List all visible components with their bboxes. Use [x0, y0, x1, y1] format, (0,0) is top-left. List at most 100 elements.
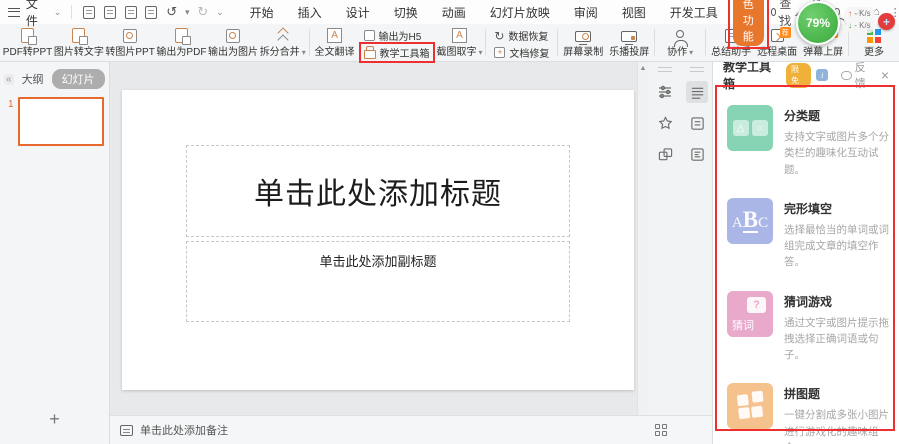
- image-to-text-label: 图片转文字: [53, 47, 104, 58]
- close-panel-icon[interactable]: ×: [881, 68, 889, 82]
- tab-transition[interactable]: 切换: [382, 1, 430, 24]
- upload-arrow-icon: ↑: [848, 9, 852, 18]
- scroll-up-arrow-icon[interactable]: ▲: [640, 65, 647, 415]
- plus-ball[interactable]: +: [878, 13, 895, 30]
- floating-widget: ↑ - K/s ↓ - K/s 79% +: [794, 0, 899, 48]
- slide-thumbnail-row: 1: [0, 95, 109, 146]
- to-image-ppt-label: 转图片PPT: [105, 47, 155, 58]
- file-menu-chevron-icon[interactable]: ⌄: [54, 7, 62, 18]
- card-title: 拼图题: [784, 387, 821, 402]
- slide-thumbnail[interactable]: [17, 97, 104, 146]
- toolbar-more-chevron-icon[interactable]: ⌄: [216, 7, 224, 18]
- slide-sorter-view-icon[interactable]: [655, 423, 668, 437]
- add-slide-button[interactable]: +: [0, 401, 109, 444]
- hamburger-menu-icon[interactable]: [8, 7, 20, 17]
- download-arrow-icon: ↓: [848, 21, 852, 30]
- template-pane-icon[interactable]: [686, 143, 708, 165]
- card-title: 完形填空: [784, 201, 833, 216]
- slide-number: 1: [8, 99, 14, 110]
- subtitle-placeholder[interactable]: 单击此处添加副标题: [186, 241, 570, 322]
- tab-home[interactable]: 开始: [238, 1, 286, 24]
- slide-canvas: 单击此处添加标题 单击此处添加副标题 ▲: [110, 62, 712, 415]
- pdf-to-ppt-button[interactable]: PDF转PPT: [2, 25, 53, 60]
- panel-title: 教学工具箱: [723, 62, 772, 91]
- layout-pane-icon[interactable]: [686, 112, 708, 134]
- tab-slideshow[interactable]: 幻灯片放映: [478, 1, 562, 24]
- search-icon: [770, 8, 777, 16]
- feedback-button[interactable]: 反馈: [841, 62, 876, 91]
- classify-icon: △ ○: [727, 105, 773, 151]
- tab-slides[interactable]: 幻灯片: [51, 69, 105, 89]
- drag-handle-icon[interactable]: [658, 67, 672, 72]
- notes-status-bar: 单击此处添加备注: [110, 415, 712, 444]
- slide-editor[interactable]: 单击此处添加标题 单击此处添加副标题: [122, 90, 634, 390]
- ribbon-tabs: 开始 插入 设计 切换 动画 幻灯片放映 审阅 视图 开发工具 特色功能 查找: [238, 0, 794, 49]
- shapes-icon[interactable]: [654, 143, 676, 165]
- tab-insert[interactable]: 插入: [286, 1, 334, 24]
- card-title: 猜词游戏: [784, 294, 833, 309]
- image-to-text-button[interactable]: 图片转文字: [53, 25, 105, 60]
- feedback-bubble-icon: [841, 70, 852, 80]
- free-badge: 限免: [785, 62, 812, 88]
- feedback-label: 反馈: [854, 62, 866, 90]
- image-to-text-icon: [72, 28, 89, 45]
- title-placeholder[interactable]: 单击此处添加标题: [186, 145, 570, 237]
- pdf-to-ppt-label: PDF转PPT: [2, 47, 53, 58]
- tab-animation[interactable]: 动画: [430, 1, 478, 24]
- redo-button[interactable]: ↻: [196, 4, 211, 20]
- object-properties-icon[interactable]: [654, 81, 676, 103]
- panel-body: △ ○ 分类题 支持文字或图片多个分类栏的趣味化互动试题。 ABC 完形填空 选择…: [713, 88, 899, 444]
- card-desc: 通过文字或图片提示拖拽选择正确词语或句子。: [784, 316, 889, 362]
- wps-presentation-window: 文件 ⌄ ↺ ▾ ↻ ⌄ 开始 插入 设计 切换 动画 幻灯片放映 审阅 视图 …: [0, 0, 899, 444]
- save-button[interactable]: [82, 4, 97, 20]
- tab-outline[interactable]: 大纲: [22, 71, 44, 87]
- tab-review[interactable]: 审阅: [562, 1, 610, 24]
- tab-view[interactable]: 视图: [610, 1, 658, 24]
- card-cloze[interactable]: ABC 完形填空 选择最恰当的单词或词组完成文章的填空作答。: [713, 191, 899, 284]
- file-menu[interactable]: 文件: [26, 0, 48, 29]
- slide-thumbnail-panel: « 大纲 幻灯片 1 +: [0, 62, 110, 444]
- puzzle-icon: [727, 383, 773, 430]
- teaching-toolbox-panel: 教学工具箱 限免 i 反馈 × △ ○ 分类题 支持文字或图片多个分类栏的趣味化互…: [712, 62, 899, 444]
- collapse-panel-icon[interactable]: «: [4, 73, 14, 85]
- export-pdf-icon: [174, 28, 191, 45]
- undo-button[interactable]: ↺: [164, 4, 179, 20]
- tab-design[interactable]: 设计: [334, 1, 382, 24]
- panel-header: 教学工具箱 限免 i 反馈 ×: [713, 62, 899, 91]
- export-pdf-button[interactable]: 输出为PDF: [156, 25, 208, 60]
- menu-bar: 文件 ⌄ ↺ ▾ ↻ ⌄ 开始 插入 设计 切换 动画 幻灯片放映 审阅 视图 …: [0, 0, 899, 49]
- vertical-scrollbar[interactable]: ▲: [637, 62, 648, 415]
- card-desc: 支持文字或图片多个分类栏的趣味化互动试题。: [784, 131, 889, 176]
- title-placeholder-text: 单击此处添加标题: [254, 178, 502, 211]
- to-image-ppt-button[interactable]: 转图片PPT: [105, 25, 156, 60]
- card-classify[interactable]: △ ○ 分类题 支持文字或图片多个分类栏的趣味化互动试题。: [713, 98, 899, 191]
- network-speed: ↑ - K/s ↓ - K/s: [844, 7, 875, 33]
- to-image-ppt-icon: [123, 28, 138, 43]
- guess-word-icon: ? 猜词: [727, 290, 773, 337]
- print-preview-button[interactable]: [144, 4, 159, 20]
- search-control[interactable]: 查找: [770, 0, 794, 29]
- pdf-to-ppt-icon: [21, 28, 38, 45]
- card-guess-word[interactable]: ? 猜词 猜词游戏 通过文字或图片提示拖拽选择正确词语或句子。: [713, 284, 899, 377]
- search-label: 查找: [779, 0, 792, 28]
- card-title: 分类题: [784, 109, 821, 123]
- cloze-abc-icon: ABC: [727, 197, 773, 244]
- effects-star-icon[interactable]: [654, 112, 676, 134]
- print-button[interactable]: [103, 4, 118, 20]
- percent-ball[interactable]: 79%: [796, 1, 840, 45]
- divider: [71, 5, 73, 19]
- tab-featured[interactable]: 特色功能: [732, 0, 764, 46]
- list-view-icon[interactable]: [686, 81, 708, 103]
- workspace: « 大纲 幻灯片 1 + 单击此处添加标题 单击此处添加副标题 ▲ 单击此处添加…: [0, 62, 899, 444]
- info-icon[interactable]: i: [816, 69, 829, 81]
- tab-developer[interactable]: 开发工具: [658, 1, 730, 24]
- notes-icon: [120, 424, 133, 436]
- output-button[interactable]: [123, 4, 138, 20]
- subtitle-placeholder-text: 单击此处添加副标题: [319, 254, 437, 269]
- export-pdf-label: 输出为PDF: [156, 47, 207, 58]
- drag-handle-icon[interactable]: [690, 67, 704, 72]
- doc-repair-icon: [494, 47, 506, 58]
- notes-placeholder[interactable]: 单击此处添加备注: [140, 422, 228, 438]
- undo-dropdown-icon[interactable]: ▾: [185, 7, 190, 18]
- card-puzzle[interactable]: 拼图题 一键分割成多张小图片进行游戏化的趣味组合。: [713, 376, 899, 444]
